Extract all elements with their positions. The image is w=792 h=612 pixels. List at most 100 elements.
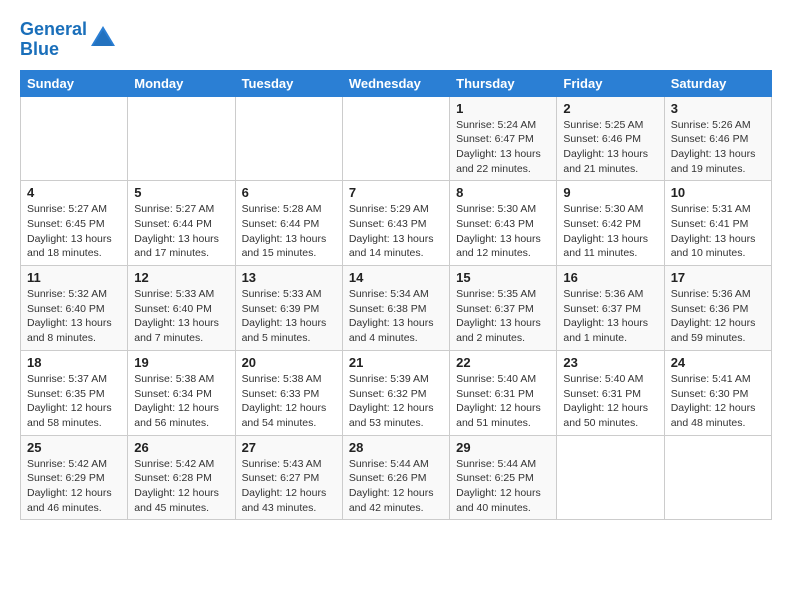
day-detail: Sunrise: 5:40 AM Sunset: 6:31 PM Dayligh… bbox=[456, 372, 550, 431]
calendar-header-row: SundayMondayTuesdayWednesdayThursdayFrid… bbox=[21, 70, 772, 96]
day-of-week-header: Wednesday bbox=[342, 70, 449, 96]
day-number: 22 bbox=[456, 355, 550, 370]
day-detail: Sunrise: 5:43 AM Sunset: 6:27 PM Dayligh… bbox=[242, 457, 336, 516]
day-number: 27 bbox=[242, 440, 336, 455]
calendar-day-cell: 26 Sunrise: 5:42 AM Sunset: 6:28 PM Dayli… bbox=[128, 435, 235, 520]
day-detail: Sunrise: 5:29 AM Sunset: 6:43 PM Dayligh… bbox=[349, 202, 443, 261]
day-detail: Sunrise: 5:44 AM Sunset: 6:25 PM Dayligh… bbox=[456, 457, 550, 516]
calendar-day-cell bbox=[128, 96, 235, 181]
calendar-day-cell: 17 Sunrise: 5:36 AM Sunset: 6:36 PM Dayli… bbox=[664, 266, 771, 351]
day-number: 6 bbox=[242, 185, 336, 200]
logo-text: GeneralBlue bbox=[20, 20, 87, 60]
day-number: 2 bbox=[563, 101, 657, 116]
calendar-day-cell: 4 Sunrise: 5:27 AM Sunset: 6:45 PM Daylig… bbox=[21, 181, 128, 266]
page-header: GeneralBlue bbox=[20, 16, 772, 60]
calendar-day-cell: 25 Sunrise: 5:42 AM Sunset: 6:29 PM Dayli… bbox=[21, 435, 128, 520]
day-number: 19 bbox=[134, 355, 228, 370]
calendar-day-cell: 10 Sunrise: 5:31 AM Sunset: 6:41 PM Dayli… bbox=[664, 181, 771, 266]
calendar-day-cell bbox=[557, 435, 664, 520]
day-detail: Sunrise: 5:31 AM Sunset: 6:41 PM Dayligh… bbox=[671, 202, 765, 261]
day-of-week-header: Tuesday bbox=[235, 70, 342, 96]
day-detail: Sunrise: 5:35 AM Sunset: 6:37 PM Dayligh… bbox=[456, 287, 550, 346]
day-number: 13 bbox=[242, 270, 336, 285]
calendar-day-cell: 13 Sunrise: 5:33 AM Sunset: 6:39 PM Dayli… bbox=[235, 266, 342, 351]
day-detail: Sunrise: 5:38 AM Sunset: 6:34 PM Dayligh… bbox=[134, 372, 228, 431]
calendar-day-cell: 14 Sunrise: 5:34 AM Sunset: 6:38 PM Dayli… bbox=[342, 266, 449, 351]
day-number: 21 bbox=[349, 355, 443, 370]
day-detail: Sunrise: 5:42 AM Sunset: 6:28 PM Dayligh… bbox=[134, 457, 228, 516]
day-number: 16 bbox=[563, 270, 657, 285]
calendar-day-cell: 2 Sunrise: 5:25 AM Sunset: 6:46 PM Daylig… bbox=[557, 96, 664, 181]
day-detail: Sunrise: 5:44 AM Sunset: 6:26 PM Dayligh… bbox=[349, 457, 443, 516]
calendar-day-cell: 27 Sunrise: 5:43 AM Sunset: 6:27 PM Dayli… bbox=[235, 435, 342, 520]
calendar-day-cell: 23 Sunrise: 5:40 AM Sunset: 6:31 PM Dayli… bbox=[557, 350, 664, 435]
calendar-day-cell: 16 Sunrise: 5:36 AM Sunset: 6:37 PM Dayli… bbox=[557, 266, 664, 351]
day-of-week-header: Monday bbox=[128, 70, 235, 96]
calendar-day-cell: 6 Sunrise: 5:28 AM Sunset: 6:44 PM Daylig… bbox=[235, 181, 342, 266]
calendar-day-cell: 18Sunrise: 5:37 AM Sunset: 6:35 PM Dayli… bbox=[21, 350, 128, 435]
day-detail: Sunrise: 5:36 AM Sunset: 6:37 PM Dayligh… bbox=[563, 287, 657, 346]
day-number: 20 bbox=[242, 355, 336, 370]
day-detail: Sunrise: 5:42 AM Sunset: 6:29 PM Dayligh… bbox=[27, 457, 121, 516]
calendar-day-cell: 19 Sunrise: 5:38 AM Sunset: 6:34 PM Dayli… bbox=[128, 350, 235, 435]
calendar-day-cell bbox=[21, 96, 128, 181]
day-of-week-header: Sunday bbox=[21, 70, 128, 96]
day-number: 23 bbox=[563, 355, 657, 370]
day-detail: Sunrise: 5:32 AM Sunset: 6:40 PM Dayligh… bbox=[27, 287, 121, 346]
day-number: 10 bbox=[671, 185, 765, 200]
calendar-day-cell: 28Sunrise: 5:44 AM Sunset: 6:26 PM Dayli… bbox=[342, 435, 449, 520]
calendar-week-row: 4 Sunrise: 5:27 AM Sunset: 6:45 PM Daylig… bbox=[21, 181, 772, 266]
day-detail: Sunrise: 5:39 AM Sunset: 6:32 PM Dayligh… bbox=[349, 372, 443, 431]
day-detail: Sunrise: 5:33 AM Sunset: 6:40 PM Dayligh… bbox=[134, 287, 228, 346]
day-detail: Sunrise: 5:27 AM Sunset: 6:45 PM Dayligh… bbox=[27, 202, 121, 261]
calendar-day-cell: 1Sunrise: 5:24 AM Sunset: 6:47 PM Daylig… bbox=[450, 96, 557, 181]
day-number: 15 bbox=[456, 270, 550, 285]
day-detail: Sunrise: 5:26 AM Sunset: 6:46 PM Dayligh… bbox=[671, 118, 765, 177]
calendar-day-cell: 24Sunrise: 5:41 AM Sunset: 6:30 PM Dayli… bbox=[664, 350, 771, 435]
calendar-day-cell bbox=[342, 96, 449, 181]
calendar-day-cell: 5Sunrise: 5:27 AM Sunset: 6:44 PM Daylig… bbox=[128, 181, 235, 266]
day-number: 1 bbox=[456, 101, 550, 116]
day-detail: Sunrise: 5:28 AM Sunset: 6:44 PM Dayligh… bbox=[242, 202, 336, 261]
day-of-week-header: Friday bbox=[557, 70, 664, 96]
day-number: 14 bbox=[349, 270, 443, 285]
logo-icon bbox=[89, 24, 117, 52]
day-number: 12 bbox=[134, 270, 228, 285]
day-number: 11 bbox=[27, 270, 121, 285]
day-detail: Sunrise: 5:30 AM Sunset: 6:43 PM Dayligh… bbox=[456, 202, 550, 261]
calendar-day-cell: 22 Sunrise: 5:40 AM Sunset: 6:31 PM Dayli… bbox=[450, 350, 557, 435]
day-detail: Sunrise: 5:34 AM Sunset: 6:38 PM Dayligh… bbox=[349, 287, 443, 346]
day-of-week-header: Saturday bbox=[664, 70, 771, 96]
day-number: 17 bbox=[671, 270, 765, 285]
calendar-table: SundayMondayTuesdayWednesdayThursdayFrid… bbox=[20, 70, 772, 521]
calendar-day-cell: 8 Sunrise: 5:30 AM Sunset: 6:43 PM Daylig… bbox=[450, 181, 557, 266]
day-detail: Sunrise: 5:40 AM Sunset: 6:31 PM Dayligh… bbox=[563, 372, 657, 431]
day-number: 7 bbox=[349, 185, 443, 200]
day-number: 8 bbox=[456, 185, 550, 200]
calendar-week-row: 18Sunrise: 5:37 AM Sunset: 6:35 PM Dayli… bbox=[21, 350, 772, 435]
day-detail: Sunrise: 5:27 AM Sunset: 6:44 PM Dayligh… bbox=[134, 202, 228, 261]
day-number: 9 bbox=[563, 185, 657, 200]
day-detail: Sunrise: 5:36 AM Sunset: 6:36 PM Dayligh… bbox=[671, 287, 765, 346]
calendar-day-cell bbox=[664, 435, 771, 520]
calendar-week-row: 1Sunrise: 5:24 AM Sunset: 6:47 PM Daylig… bbox=[21, 96, 772, 181]
day-number: 24 bbox=[671, 355, 765, 370]
day-number: 26 bbox=[134, 440, 228, 455]
day-detail: Sunrise: 5:25 AM Sunset: 6:46 PM Dayligh… bbox=[563, 118, 657, 177]
day-detail: Sunrise: 5:30 AM Sunset: 6:42 PM Dayligh… bbox=[563, 202, 657, 261]
calendar-week-row: 25 Sunrise: 5:42 AM Sunset: 6:29 PM Dayli… bbox=[21, 435, 772, 520]
calendar-day-cell: 7 Sunrise: 5:29 AM Sunset: 6:43 PM Daylig… bbox=[342, 181, 449, 266]
calendar-day-cell: 9 Sunrise: 5:30 AM Sunset: 6:42 PM Daylig… bbox=[557, 181, 664, 266]
day-detail: Sunrise: 5:37 AM Sunset: 6:35 PM Dayligh… bbox=[27, 372, 121, 431]
calendar-day-cell: 12 Sunrise: 5:33 AM Sunset: 6:40 PM Dayli… bbox=[128, 266, 235, 351]
calendar-day-cell bbox=[235, 96, 342, 181]
day-number: 4 bbox=[27, 185, 121, 200]
day-number: 3 bbox=[671, 101, 765, 116]
day-number: 25 bbox=[27, 440, 121, 455]
calendar-day-cell: 29Sunrise: 5:44 AM Sunset: 6:25 PM Dayli… bbox=[450, 435, 557, 520]
logo: GeneralBlue bbox=[20, 20, 117, 60]
day-detail: Sunrise: 5:33 AM Sunset: 6:39 PM Dayligh… bbox=[242, 287, 336, 346]
calendar-day-cell: 11 Sunrise: 5:32 AM Sunset: 6:40 PM Dayli… bbox=[21, 266, 128, 351]
calendar-day-cell: 21 Sunrise: 5:39 AM Sunset: 6:32 PM Dayli… bbox=[342, 350, 449, 435]
day-of-week-header: Thursday bbox=[450, 70, 557, 96]
